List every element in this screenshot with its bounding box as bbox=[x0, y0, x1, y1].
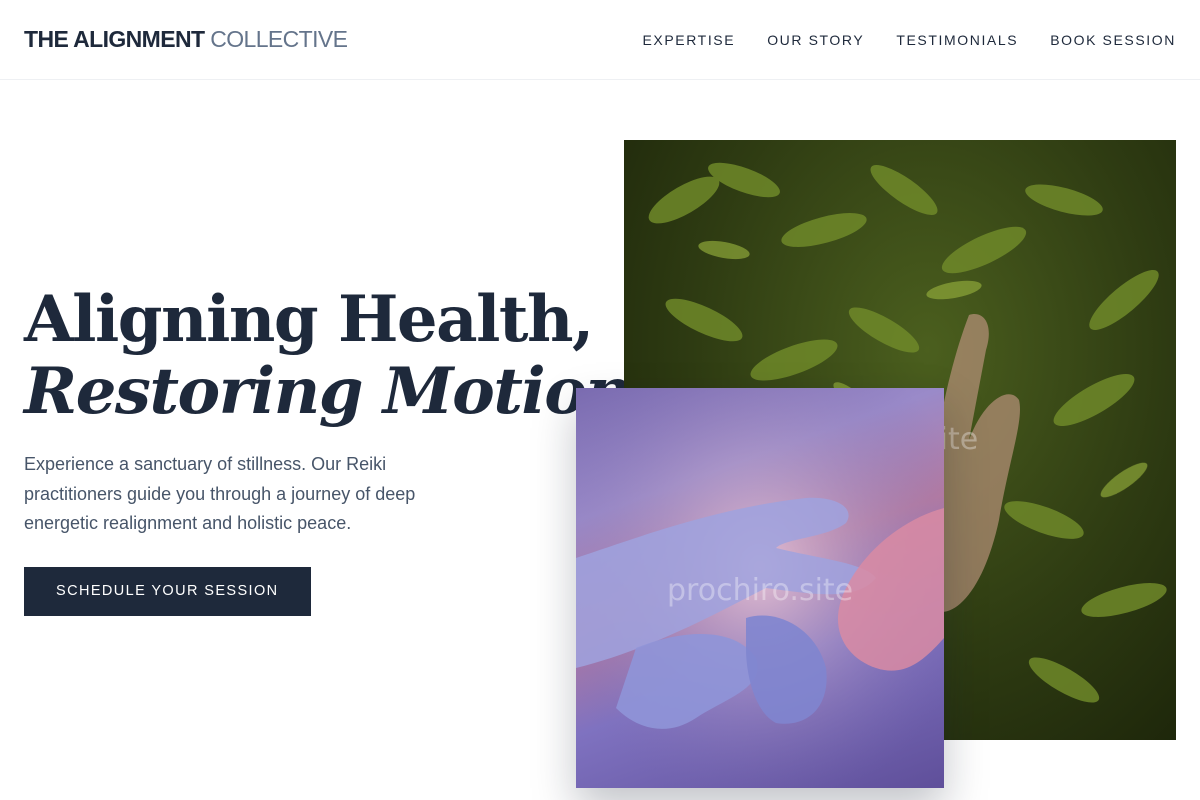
logo-secondary-text: COLLECTIVE bbox=[210, 26, 348, 52]
reiki-hands-image: prochiro.site bbox=[576, 388, 944, 788]
hero-content: Aligning Health, Restoring Motion. Exper… bbox=[24, 284, 653, 616]
site-header: THE ALIGNMENT COLLECTIVE EXPERTISE OUR S… bbox=[0, 0, 1200, 80]
hero-headline-line1: Aligning Health, bbox=[24, 282, 594, 357]
hero-description: Experience a sanctuary of stillness. Our… bbox=[24, 454, 416, 533]
hero-headline-line2: Restoring Motion. bbox=[24, 354, 653, 429]
logo-primary-text: THE ALIGNMENT bbox=[24, 26, 205, 52]
image-watermark: prochiro.site bbox=[667, 573, 854, 608]
nav-link-testimonials[interactable]: TESTIMONIALS bbox=[896, 32, 1018, 48]
schedule-session-button[interactable]: SCHEDULE YOUR SESSION bbox=[24, 566, 311, 616]
nav-link-expertise[interactable]: EXPERTISE bbox=[642, 32, 735, 48]
nav-link-our-story[interactable]: OUR STORY bbox=[767, 32, 864, 48]
site-logo[interactable]: THE ALIGNMENT COLLECTIVE bbox=[24, 26, 348, 53]
nav-link-book-session[interactable]: BOOK SESSION bbox=[1050, 32, 1176, 48]
hero-headline: Aligning Health, Restoring Motion. bbox=[24, 284, 653, 429]
main-nav: EXPERTISE OUR STORY TESTIMONIALS BOOK SE… bbox=[642, 32, 1176, 48]
